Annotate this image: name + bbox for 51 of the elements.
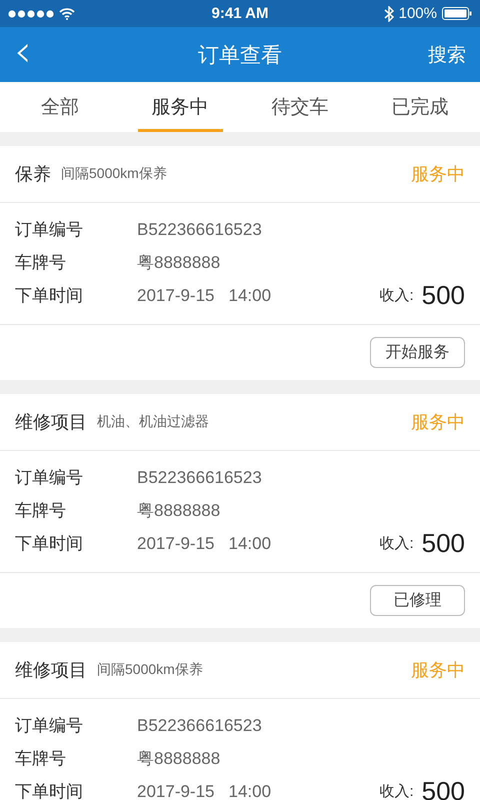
- field-label: 下单时间: [15, 285, 84, 307]
- field-label: 车牌号: [15, 748, 67, 770]
- tab[interactable]: 服务中: [138, 82, 222, 132]
- field-value: 粤8888888: [137, 500, 220, 522]
- income-label: 收入:: [379, 286, 414, 305]
- field-value: 粤8888888: [137, 252, 220, 274]
- order-status: 服务中: [411, 411, 465, 434]
- field-label: 车牌号: [15, 252, 67, 274]
- field-label: 订单编号: [15, 715, 84, 737]
- field-value: B522366616523: [137, 220, 262, 240]
- field-label: 下单时间: [15, 781, 84, 800]
- tab[interactable]: 待交车: [258, 82, 342, 132]
- battery-icon: [442, 7, 472, 20]
- order-note: 间隔5000km保养: [97, 661, 204, 679]
- order-time: 14:00: [228, 534, 272, 554]
- action-button[interactable]: 已修理: [370, 585, 465, 616]
- order-time: 14:00: [228, 286, 272, 306]
- field-value: 粤8888888: [137, 748, 220, 770]
- page-title: 订单查看: [197, 42, 283, 68]
- income-amount: 500: [422, 280, 465, 311]
- field-label: 车牌号: [15, 500, 67, 522]
- signal-icon: [8, 10, 54, 18]
- status-time: 9:41 AM: [212, 5, 268, 22]
- back-button[interactable]: ‹: [14, 32, 94, 78]
- order-status: 服务中: [411, 163, 465, 186]
- order-time: 14:00: [228, 782, 272, 800]
- order-note: 机油、机油过滤器: [97, 413, 210, 431]
- tab[interactable]: 已完成: [378, 82, 462, 132]
- tab[interactable]: 全部: [27, 82, 93, 132]
- search-button[interactable]: 搜索: [386, 42, 466, 68]
- order-type: 维修项目: [15, 659, 87, 682]
- field-value: 2017-9-15: [137, 782, 215, 800]
- field-value: B522366616523: [137, 716, 262, 736]
- wifi-icon: [59, 8, 75, 20]
- income-label: 收入:: [379, 534, 414, 553]
- income-label: 收入:: [379, 782, 414, 800]
- field-value: 2017-9-15: [137, 534, 215, 554]
- field-label: 订单编号: [15, 467, 84, 489]
- income-amount: 500: [422, 528, 465, 559]
- order-type: 维修项目: [15, 411, 87, 434]
- income-amount: 500: [422, 776, 465, 800]
- order-type: 保养: [15, 163, 51, 186]
- action-button[interactable]: 开始服务: [370, 337, 465, 368]
- order-status: 服务中: [411, 659, 465, 682]
- battery-percent: 100%: [398, 5, 437, 22]
- field-value: 2017-9-15: [137, 286, 215, 306]
- order-note: 间隔5000km保养: [61, 165, 168, 183]
- field-label: 订单编号: [15, 219, 84, 241]
- bluetooth-icon: [384, 6, 394, 22]
- field-label: 下单时间: [15, 533, 84, 555]
- field-value: B522366616523: [137, 468, 262, 488]
